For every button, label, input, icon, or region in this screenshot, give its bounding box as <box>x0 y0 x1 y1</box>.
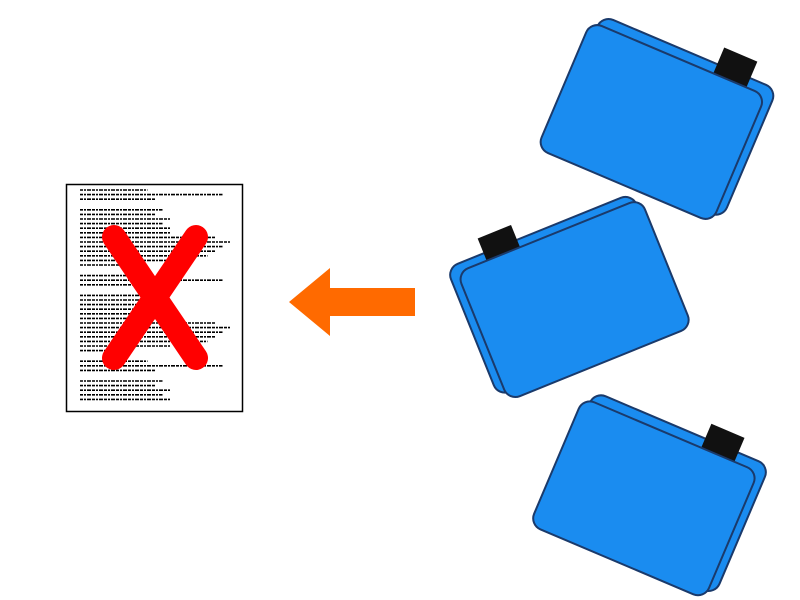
folder-icon <box>539 18 775 220</box>
left-arrow-icon <box>289 268 415 336</box>
folder-icon <box>449 195 690 399</box>
diagram-canvas <box>0 0 800 600</box>
diagram-svg <box>65 18 775 597</box>
text-document-icon <box>65 183 244 413</box>
folder-icon <box>532 394 767 597</box>
